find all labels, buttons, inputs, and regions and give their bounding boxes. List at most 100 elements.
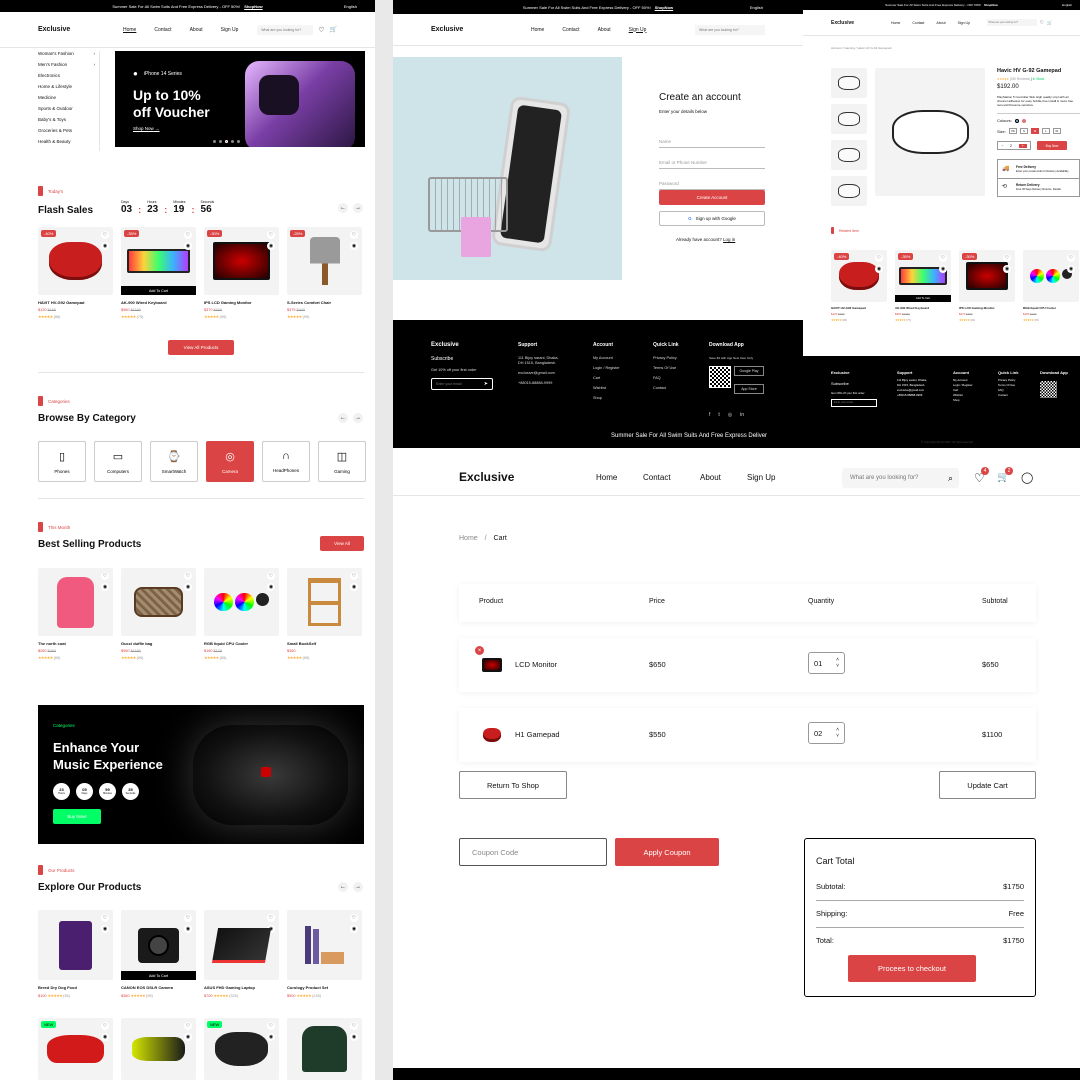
product-card[interactable]: ♡ ◉ RGB liquid CPU Cooler $160 $170 ★★★★★ (6… [204, 568, 279, 660]
wishlist-icon[interactable]: ♡ [1003, 254, 1011, 262]
wishlist-icon[interactable]: ♡ [101, 1022, 109, 1030]
product-card[interactable]: -35% ♡ ◉ Add To Cart AK-900 Wired Keyboard $9… [895, 250, 951, 322]
category-phones[interactable]: ▯ Phones [38, 441, 86, 482]
eye-icon[interactable]: ◉ [350, 242, 358, 250]
wishlist-icon[interactable]: ♡ [184, 572, 192, 580]
footer-quick-link[interactable]: Terms Of Use [653, 366, 679, 370]
eye-icon[interactable]: ◉ [184, 1033, 192, 1041]
product-card[interactable]: -25% ♡ ◉ S-Series Comfort Chair $375 $400 ★★★… [287, 227, 362, 319]
footer-account-link[interactable]: Login / Register [593, 366, 620, 370]
app-store-badge[interactable]: App Store [734, 384, 764, 394]
signup-nav-signup[interactable]: Sign Up [629, 27, 647, 33]
hero-shop-now[interactable]: Shop Now → [133, 126, 160, 131]
add-to-cart-button[interactable]: Add To Cart [895, 295, 951, 302]
signup-nav-home[interactable]: Home [531, 27, 544, 33]
wishlist-icon[interactable]: ♡ [350, 914, 358, 922]
hero-banner[interactable]: ● iPhone 14 Series Up to 10% off Voucher … [115, 51, 365, 147]
detail-nav-signup[interactable]: Sign Up [958, 21, 970, 25]
wishlist-icon[interactable]: ♡ [350, 1022, 358, 1030]
return-to-shop-button[interactable]: Return To Shop [459, 771, 567, 799]
eye-icon[interactable]: ◉ [101, 583, 109, 591]
send-icon[interactable]: ➤ [484, 381, 488, 387]
breadcrumb-home[interactable]: Home [459, 535, 478, 542]
footer-email-input[interactable]: Enter your email ➤ [431, 378, 493, 390]
signup-field-2[interactable]: Password [659, 170, 765, 190]
logo[interactable]: Exclusive [38, 26, 123, 33]
remove-item-icon[interactable]: × [475, 646, 484, 655]
signup-field-0[interactable]: Name [659, 128, 765, 148]
footer-quick-link[interactable]: FAQ [653, 376, 679, 380]
eye-icon[interactable]: ◉ [267, 583, 275, 591]
size-option[interactable]: XL [1052, 128, 1061, 134]
add-to-cart-button[interactable]: Add To Cart [121, 971, 196, 980]
detail-cart-icon[interactable]: 🛒 [1047, 20, 1052, 25]
eye-icon[interactable]: ◉ [350, 1033, 358, 1041]
nav-about[interactable]: About [190, 27, 203, 33]
signup-shop-link[interactable]: ShopNow [655, 5, 673, 10]
login-link[interactable]: Log in [723, 237, 735, 242]
thumbnail[interactable] [831, 140, 867, 170]
view-all-products-button[interactable]: View All Products [168, 340, 234, 355]
eye-icon[interactable]: ◉ [1003, 265, 1011, 273]
detail-heart-icon[interactable]: ♡ [1040, 20, 1044, 26]
apply-coupon-button[interactable]: Apply Coupon [615, 838, 719, 866]
product-card[interactable]: NEW ♡ ◉ [204, 1018, 279, 1080]
explore-prev-arrow[interactable]: ← [338, 882, 348, 892]
footer-account-link[interactable]: Shop [593, 396, 620, 400]
eye-icon[interactable]: ◉ [939, 265, 947, 273]
quantity-stepper[interactable]: 02 ˄ ˅ [808, 722, 845, 744]
add-to-cart-button[interactable]: Add To Cart [121, 286, 196, 295]
signup-nav-contact[interactable]: Contact [562, 27, 579, 33]
eye-icon[interactable]: ◉ [101, 925, 109, 933]
hero-dots[interactable] [213, 140, 240, 143]
thumbnail[interactable] [831, 68, 867, 98]
eye-icon[interactable]: ◉ [1067, 265, 1075, 273]
google-play-badge[interactable]: Google Play [734, 366, 764, 376]
cart-logo[interactable]: Exclusive [459, 470, 514, 484]
wishlist-icon[interactable]: ♡ [350, 572, 358, 580]
best-view-all-button[interactable]: View All [320, 536, 364, 551]
footer-quick-link[interactable]: Contact [653, 386, 679, 390]
sidebar-item[interactable]: Men's Fashion › [38, 62, 99, 73]
cart-nav-contact[interactable]: Contact [643, 473, 671, 482]
eye-icon[interactable]: ◉ [875, 265, 883, 273]
create-account-button[interactable]: Create Account [659, 190, 765, 205]
wishlist-icon[interactable]: ♡ [267, 572, 275, 580]
detail-nav-contact[interactable]: Contact [912, 21, 924, 25]
product-card[interactable]: -40% ♡ ◉ HAVIT HV-G92 Gamepad $120 $160 ★★★★★… [38, 227, 113, 319]
product-card[interactable]: ♡ ◉ The north coat $260 $360 ★★★★★ (65) [38, 568, 113, 660]
facebook-icon[interactable]: f [709, 412, 710, 418]
chevron-down-icon[interactable]: ˅ [836, 733, 839, 739]
wishlist-icon[interactable]: ♡ [184, 914, 192, 922]
wishlist-icon[interactable]: ♡ [101, 914, 109, 922]
quantity-stepper[interactable]: 01 ˄ ˅ [808, 652, 845, 674]
sidebar-item[interactable]: Electronics [38, 73, 99, 84]
product-card[interactable]: ♡ ◉ Breed Dry Dog Food $100 ★★★★★ (35) [38, 910, 113, 998]
checkout-button[interactable]: Procees to checkout [848, 955, 976, 982]
flash-prev-arrow[interactable]: ← [338, 203, 348, 213]
buy-now-button[interactable]: Buy Now! [53, 809, 101, 824]
colour-swatch-red[interactable] [1021, 118, 1026, 123]
detail-nav-home[interactable]: Home [891, 21, 900, 25]
signup-logo[interactable]: Exclusive [431, 26, 531, 33]
nav-home[interactable]: Home [123, 27, 136, 33]
flash-next-arrow[interactable]: → [353, 203, 363, 213]
sidebar-item[interactable]: Home & Lifestyle [38, 84, 99, 95]
sidebar-item[interactable]: Woman's Fashion › [38, 51, 99, 62]
eye-icon[interactable]: ◉ [184, 242, 192, 250]
product-card[interactable]: ♡ ◉ Small BookSelf $360 ★★★★★ (65) [287, 568, 362, 660]
linkedin-icon[interactable]: in [740, 412, 744, 418]
eye-icon[interactable]: ◉ [184, 925, 192, 933]
signup-nav-about[interactable]: About [598, 27, 611, 33]
detail-search-input[interactable]: What are you looking for? [986, 19, 1037, 26]
sidebar-item[interactable]: Baby's & Toys [38, 117, 99, 128]
update-cart-button[interactable]: Update Cart [939, 771, 1036, 799]
sidebar-item[interactable]: Medicine [38, 95, 99, 106]
cart-nav-home[interactable]: Home [596, 473, 617, 482]
footer-account-link[interactable]: Wishlist [593, 386, 620, 390]
signup-search-input[interactable]: What are you looking for? [695, 24, 765, 35]
cart-icon[interactable]: 🛒 2 [997, 467, 1013, 483]
detail-logo[interactable]: Exclusive [831, 20, 891, 26]
category-camera[interactable]: ◎ Camera [206, 441, 254, 482]
cat-next-arrow[interactable]: → [353, 413, 363, 423]
